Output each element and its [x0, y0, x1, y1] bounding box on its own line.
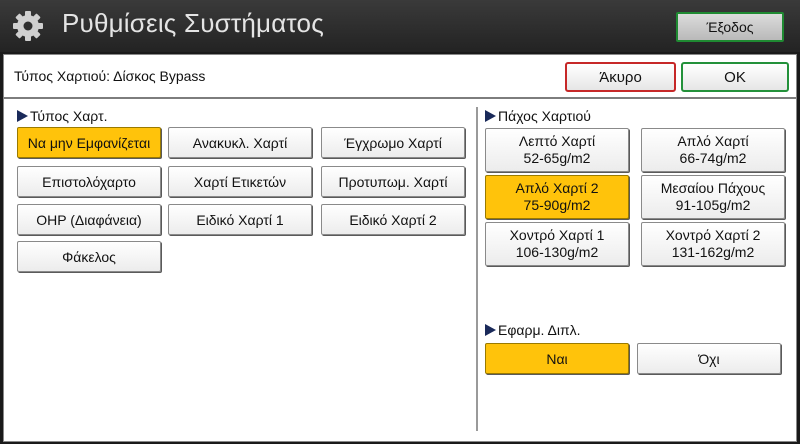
- duplex-heading: Εφαρμ. Διπλ.: [485, 322, 581, 338]
- thickness-option-name: Απλό Χαρτί 2: [515, 180, 599, 196]
- thickness-option-name: Χοντρό Χαρτί 2: [665, 227, 761, 243]
- thickness-option-medium[interactable]: Μεσαίου Πάχους 91-105g/m2: [641, 175, 785, 219]
- thickness-label: Πάχος Χαρτιού: [498, 108, 591, 124]
- settings-panel: Τύπος Χαρτιού: Δίσκος Bypass Άκυρο OK Τύ…: [3, 54, 797, 442]
- thickness-option-thick-2[interactable]: Χοντρό Χαρτί 2 131-162g/m2: [641, 222, 785, 266]
- thickness-option-thin[interactable]: Λεπτό Χαρτί 52-65g/m2: [485, 128, 629, 172]
- triangle-marker-icon: [485, 110, 496, 122]
- page-title: Ρυθμίσεις Συστήματος: [62, 8, 324, 38]
- paper-type-option-recycled[interactable]: Ανακυκλ. Χαρτί: [168, 127, 312, 158]
- paper-type-option-color[interactable]: Έγχρωμο Χαρτί: [321, 127, 465, 158]
- panel-title: Τύπος Χαρτιού: Δίσκος Bypass: [14, 68, 206, 84]
- thickness-option-name: Απλό Χαρτί: [677, 133, 749, 149]
- paper-type-option-special-1[interactable]: Ειδικό Χαρτί 1: [168, 204, 312, 235]
- paper-type-heading: Τύπος Χαρτ.: [17, 108, 108, 124]
- duplex-yes-button[interactable]: Ναι: [485, 343, 629, 374]
- exit-button[interactable]: Έξοδος: [676, 12, 784, 42]
- paper-type-label: Τύπος Χαρτ.: [30, 108, 108, 124]
- thickness-option-name: Λεπτό Χαρτί: [518, 133, 596, 149]
- paper-type-option-preprinted[interactable]: Προτυπωμ. Χαρτί: [321, 166, 465, 197]
- thickness-option-range: 106-130g/m2: [515, 244, 599, 260]
- thickness-option-plain-2[interactable]: Απλό Χαρτί 2 75-90g/m2: [485, 175, 629, 219]
- thickness-option-range: 131-162g/m2: [671, 244, 755, 260]
- triangle-marker-icon: [17, 110, 28, 122]
- cancel-button[interactable]: Άκυρο: [565, 62, 676, 92]
- duplex-label: Εφαρμ. Διπλ.: [498, 322, 581, 338]
- paper-type-option-special-2[interactable]: Ειδικό Χαρτί 2: [321, 204, 465, 235]
- paper-type-option-envelope[interactable]: Φάκελος: [17, 241, 161, 272]
- triangle-marker-icon: [485, 324, 496, 336]
- paper-type-option-labels[interactable]: Χαρτί Ετικετών: [168, 166, 312, 197]
- thickness-heading: Πάχος Χαρτιού: [485, 108, 591, 124]
- thickness-option-plain[interactable]: Απλό Χαρτί 66-74g/m2: [641, 128, 785, 172]
- thickness-option-name: Μεσαίου Πάχους: [660, 180, 766, 196]
- paper-type-option-ohp[interactable]: OHP (Διαφάνεια): [17, 204, 161, 235]
- section-divider: [476, 107, 478, 431]
- thickness-option-range: 66-74g/m2: [679, 150, 747, 166]
- panel-header: Τύπος Χαρτιού: Δίσκος Bypass Άκυρο OK: [4, 55, 796, 99]
- gear-icon: [13, 11, 43, 41]
- thickness-option-range: 91-105g/m2: [675, 197, 751, 213]
- duplex-no-button[interactable]: Όχι: [637, 343, 781, 374]
- thickness-option-range: 75-90g/m2: [523, 197, 591, 213]
- thickness-option-range: 52-65g/m2: [523, 150, 591, 166]
- thickness-option-name: Χοντρό Χαρτί 1: [509, 227, 605, 243]
- paper-type-option-hidden[interactable]: Να μην Εμφανίζεται: [17, 127, 161, 158]
- title-bar: Ρυθμίσεις Συστήματος Έξοδος: [0, 0, 800, 52]
- screen: Ρυθμίσεις Συστήματος Έξοδος Τύπος Χαρτιο…: [0, 0, 800, 444]
- ok-button[interactable]: OK: [681, 62, 789, 92]
- thickness-option-thick-1[interactable]: Χοντρό Χαρτί 1 106-130g/m2: [485, 222, 629, 266]
- paper-type-option-letterhead[interactable]: Επιστολόχαρτο: [17, 166, 161, 197]
